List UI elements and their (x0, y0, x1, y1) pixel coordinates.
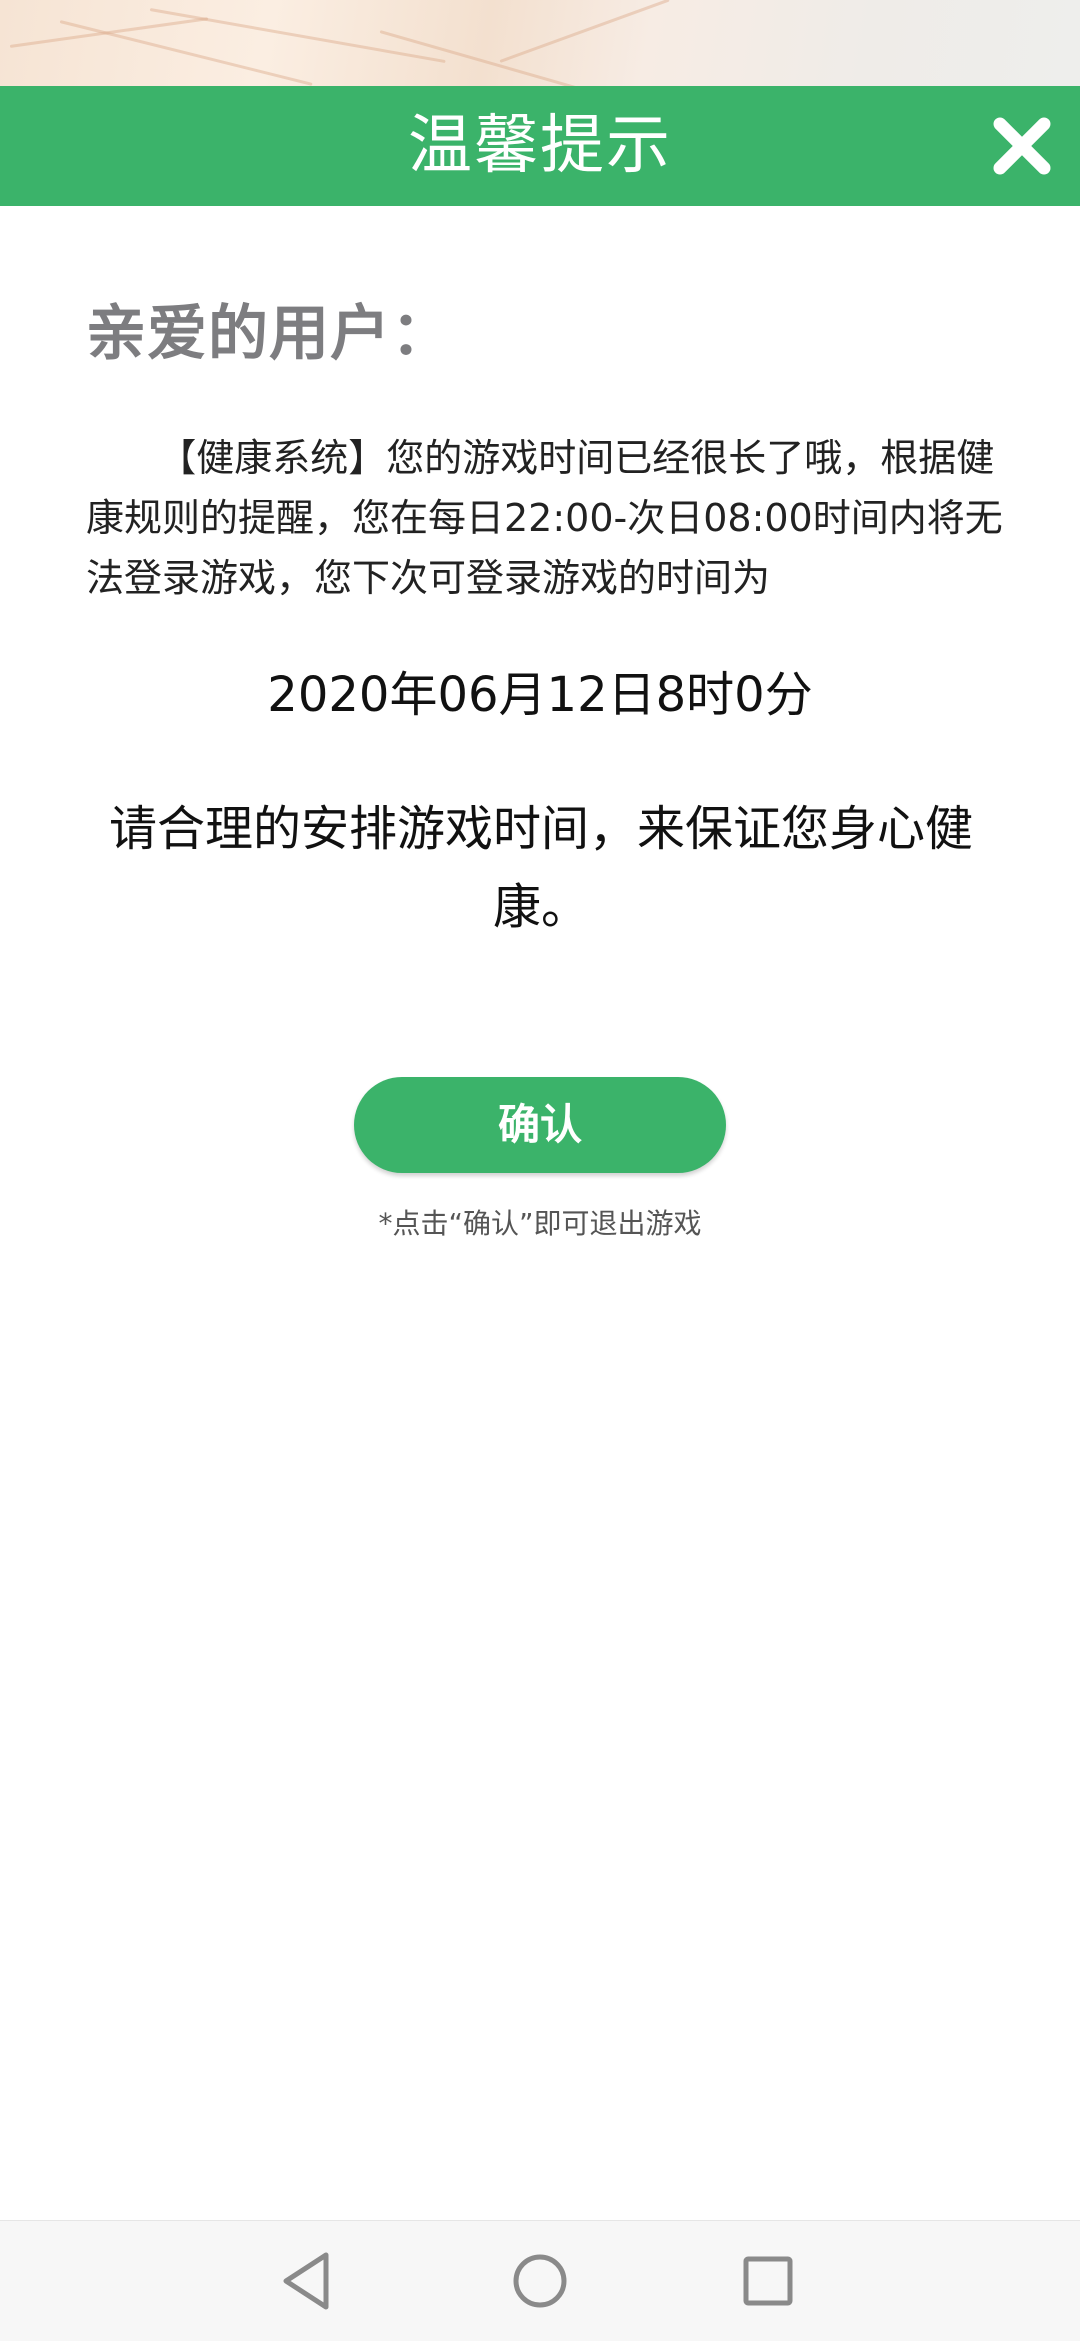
dialog-header: 温馨提示 (0, 86, 1080, 206)
exit-hint: *点击“确认”即可退出游戏 (378, 1207, 702, 1240)
back-button[interactable] (270, 2243, 346, 2319)
back-triangle-icon (283, 2252, 329, 2310)
confirm-button[interactable]: 确认 (354, 1077, 726, 1173)
health-system-message: 【健康系统】您的游戏时间已经很长了哦，根据健康规则的提醒，您在每日22:00-次… (86, 436, 1003, 600)
close-button[interactable] (986, 110, 1058, 182)
home-circle-icon (513, 2254, 567, 2308)
health-advice: 请合理的安排游戏时间，来保证您身心健康。 (108, 801, 973, 935)
artwork-streak (499, 0, 670, 63)
recents-square-icon (743, 2256, 793, 2306)
greeting-heading: 亲爱的用户： (86, 299, 452, 369)
system-navigation-bar (0, 2220, 1080, 2341)
dialog-title: 温馨提示 (408, 109, 672, 183)
close-icon (993, 117, 1051, 175)
background-artwork-strip (0, 0, 1080, 86)
home-button[interactable] (502, 2243, 578, 2319)
next-login-time: 2020年06月12日8时0分 (267, 667, 813, 723)
recents-button[interactable] (730, 2243, 806, 2319)
artwork-streak (9, 17, 209, 48)
